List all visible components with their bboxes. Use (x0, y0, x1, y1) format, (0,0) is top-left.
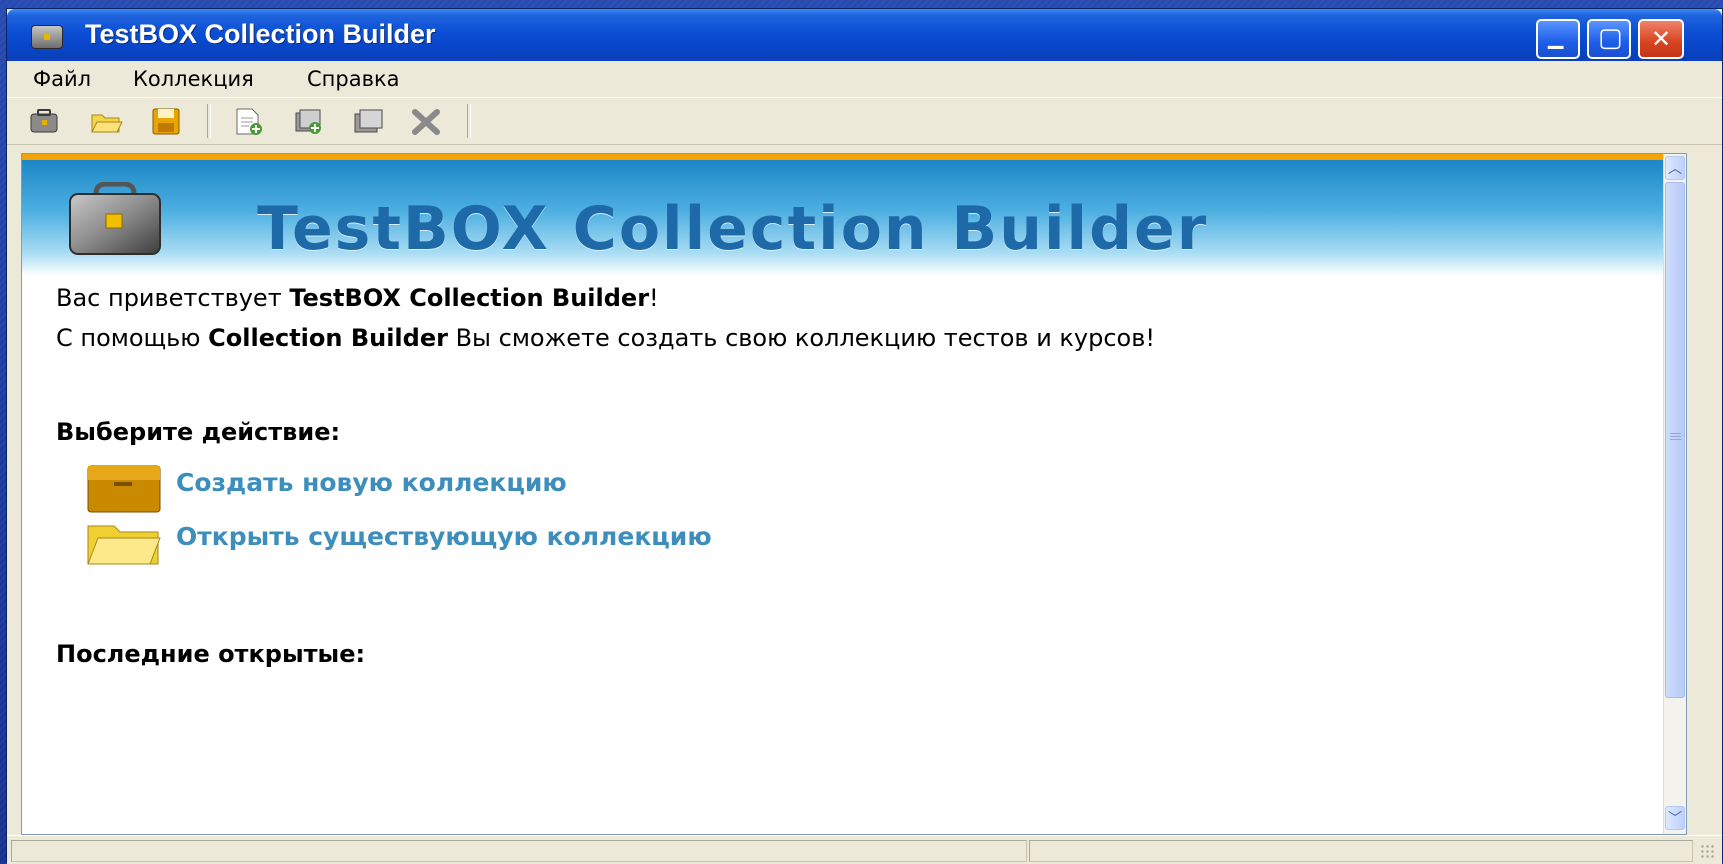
application-window: TestBOX Collection Builder ▁ ▢ ✕ Файл Ко… (6, 8, 1723, 864)
scroll-up-button[interactable]: ︿ (1665, 156, 1685, 180)
save-icon (152, 108, 180, 135)
banner: TestBOX Collection Builder (22, 160, 1666, 276)
briefcase-icon (69, 182, 161, 255)
welcome-punct: ! (649, 284, 659, 312)
welcome-line-2: С помощью Collection Builder Вы сможете … (56, 324, 1155, 352)
collection-icon (30, 109, 58, 133)
new-collection-icon (87, 465, 161, 513)
create-collection-action[interactable]: Создать новую коллекцию (84, 462, 804, 514)
welcome-text: Вас приветствует (56, 284, 290, 312)
minimize-icon: ▁ (1548, 25, 1564, 49)
scroll-grip-icon (1670, 433, 1681, 441)
choose-action-heading: Выберите действие: (56, 418, 341, 446)
toolbar (7, 97, 1722, 145)
banner-title: TestBOX Collection Builder (257, 194, 1209, 264)
menu-file[interactable]: Файл (33, 67, 91, 91)
chevron-down-icon: ﹀ (1668, 811, 1682, 827)
menu-help[interactable]: Справка (307, 67, 400, 91)
status-pane-main (11, 840, 1027, 862)
save-button[interactable] (149, 106, 183, 136)
maximize-icon: ▢ (1598, 23, 1623, 53)
app-briefcase-icon[interactable] (31, 25, 63, 49)
add-item-button[interactable] (291, 106, 325, 136)
open-button[interactable] (89, 106, 123, 136)
toolbar-separator (467, 104, 471, 138)
recent-heading: Последние открытые: (56, 640, 366, 668)
close-button[interactable]: ✕ (1638, 19, 1684, 59)
close-icon: ✕ (1651, 25, 1672, 53)
scroll-thumb[interactable] (1665, 182, 1685, 698)
open-folder-icon (87, 525, 161, 565)
delete-button[interactable] (409, 106, 443, 136)
title-bar[interactable]: TestBOX Collection Builder ▁ ▢ ✕ (7, 9, 1722, 61)
window-title: TestBOX Collection Builder (85, 19, 436, 49)
scroll-down-button[interactable]: ﹀ (1665, 806, 1685, 830)
delete-icon (412, 109, 440, 135)
description-app-name: Collection Builder (208, 324, 448, 352)
welcome-page: TestBOX Collection Builder Вас приветств… (21, 153, 1687, 835)
resize-grip-icon[interactable] (1700, 844, 1716, 860)
maximize-button[interactable]: ▢ (1587, 19, 1631, 59)
open-folder-icon (91, 114, 123, 133)
description-text: С помощью (56, 324, 209, 352)
create-collection-link[interactable]: Создать новую коллекцию (176, 468, 567, 497)
vertical-scrollbar[interactable]: ︿ ﹀ (1663, 154, 1686, 834)
chevron-up-icon: ︿ (1668, 161, 1682, 177)
open-collection-action[interactable]: Открыть существующую коллекцию (84, 516, 984, 568)
open-collection-link[interactable]: Открыть существующую коллекцию (176, 522, 712, 551)
status-bar (7, 835, 1722, 864)
edit-item-button[interactable] (351, 106, 385, 136)
edit-item-icon (354, 109, 383, 133)
menu-collection[interactable]: Коллекция (133, 67, 254, 91)
new-item-icon (236, 108, 262, 135)
toolbar-separator (207, 104, 211, 138)
status-pane-secondary (1029, 840, 1693, 862)
description-text-rest: Вы сможете создать свою коллекцию тестов… (447, 324, 1155, 352)
welcome-line-1: Вас приветствует TestBOX Collection Buil… (56, 284, 659, 312)
new-item-button[interactable] (231, 106, 265, 136)
minimize-button[interactable]: ▁ (1536, 19, 1580, 59)
menu-bar: Файл Коллекция Справка (7, 61, 1722, 97)
new-collection-button[interactable] (27, 106, 61, 136)
add-item-icon (295, 109, 321, 134)
welcome-app-name: TestBOX Collection Builder (289, 284, 650, 312)
